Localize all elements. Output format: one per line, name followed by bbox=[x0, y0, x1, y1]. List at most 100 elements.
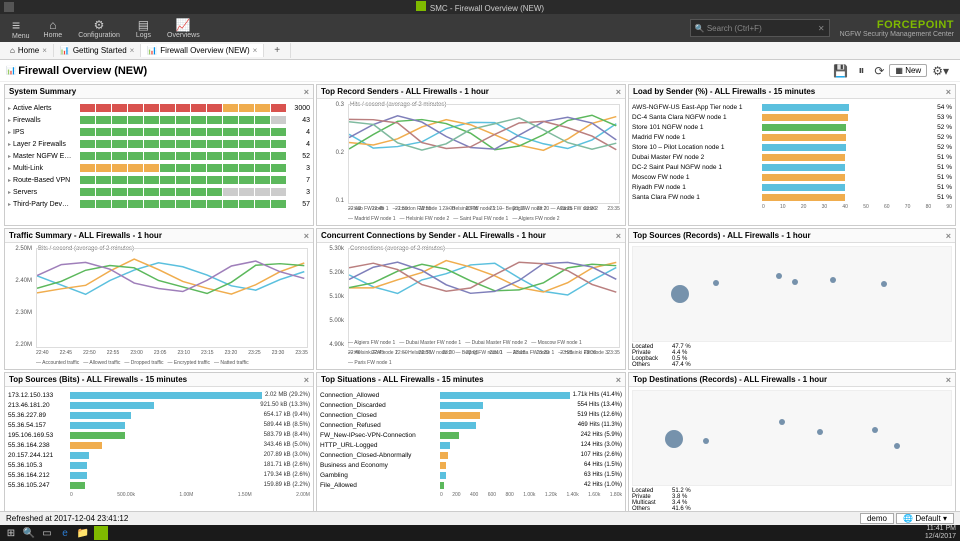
system-summary-row[interactable]: ▸Multi-Link3 bbox=[8, 162, 310, 174]
situation-row[interactable]: Business and Economy64 Hits (1.5%) bbox=[320, 460, 622, 470]
save-icon[interactable]: 💾 bbox=[828, 64, 853, 78]
window-titlebar: SMC - Firewall Overview (NEW) bbox=[0, 0, 960, 14]
system-summary-row[interactable]: ▸Active Alerts3000 bbox=[8, 102, 310, 114]
situation-row[interactable]: Connection_Closed519 Hits (12.6%) bbox=[320, 410, 622, 420]
load-row[interactable]: Moscow FW node 151 % bbox=[632, 172, 952, 182]
tab-getting-started[interactable]: 📊Getting Started× bbox=[54, 44, 141, 57]
panel-top-situations: Top Situations - ALL Firewalls - 15 minu… bbox=[316, 372, 626, 514]
explorer-icon[interactable]: 📁 bbox=[76, 526, 90, 540]
logs-icon: ▤ bbox=[136, 18, 151, 32]
windows-taskbar: ⊞ 🔍 ▭ e 📁 11:41 PM 12/4/2017 bbox=[0, 525, 960, 541]
situation-row[interactable]: Connection_Closed-Abnormally107 Hits (2.… bbox=[320, 450, 622, 460]
bits-row[interactable]: 213.46.181.20921.50 kB (13.3%) bbox=[8, 400, 310, 410]
pause-icon[interactable]: ⏸ bbox=[853, 63, 869, 78]
situation-row[interactable]: Connection_Refused469 Hits (11.3%) bbox=[320, 420, 622, 430]
window-title: SMC - Firewall Overview (NEW) bbox=[430, 4, 544, 13]
system-summary-row[interactable]: ▸Master NGFW E…52 bbox=[8, 150, 310, 162]
refresh-icon[interactable]: ⟳ bbox=[869, 64, 889, 78]
situation-row[interactable]: File_Allowed42 Hits (1.0%) bbox=[320, 480, 622, 490]
menu-button[interactable]: ≡Menu bbox=[6, 17, 36, 40]
bits-row[interactable]: 55.36.105.247159.89 kB (2.2%) bbox=[8, 480, 310, 490]
bits-row[interactable]: 55.36.164.238343.46 kB (5.0%) bbox=[8, 440, 310, 450]
system-summary-row[interactable]: ▸Route-Based VPN7 bbox=[8, 174, 310, 186]
system-summary-row[interactable]: ▸Third-Party Dev…57 bbox=[8, 198, 310, 210]
close-icon[interactable]: × bbox=[304, 231, 309, 241]
user-dropdown[interactable]: demo bbox=[860, 513, 894, 524]
close-icon[interactable]: × bbox=[130, 46, 135, 55]
bits-row[interactable]: 55.36.105.3181.71 kB (2.6%) bbox=[8, 460, 310, 470]
app-icon bbox=[4, 2, 14, 12]
panel-traffic-summary: Traffic Summary - ALL Firewalls - 1 hour… bbox=[4, 228, 314, 370]
world-map[interactable] bbox=[632, 390, 952, 486]
new-button[interactable]: ▦ New bbox=[889, 64, 927, 77]
close-icon[interactable]: × bbox=[946, 87, 951, 97]
situation-row[interactable]: Gambling63 Hits (1.5%) bbox=[320, 470, 622, 480]
bits-row[interactable]: 20.157.244.121207.89 kB (3.0%) bbox=[8, 450, 310, 460]
home-icon: ⌂ bbox=[10, 46, 15, 55]
load-row[interactable]: AWS-NGFW-US East-App Tier node 154 % bbox=[632, 102, 952, 112]
system-summary-row[interactable]: ▸Firewalls43 bbox=[8, 114, 310, 126]
bits-row[interactable]: 55.36.227.89654.17 kB (9.4%) bbox=[8, 410, 310, 420]
close-icon[interactable]: × bbox=[616, 375, 621, 385]
add-tab-button[interactable]: + bbox=[264, 43, 291, 58]
overview-icon: 📊 bbox=[6, 66, 16, 75]
smc-logo-icon bbox=[416, 1, 426, 11]
domain-dropdown[interactable]: 🌐 Default ▾ bbox=[896, 513, 954, 524]
chart-icon: 📊 bbox=[60, 46, 70, 55]
load-row[interactable]: Madrid FW node 152 % bbox=[632, 132, 952, 142]
task-view-icon[interactable]: ▭ bbox=[40, 526, 54, 540]
status-bar: Refreshed at 2017-12-04 23:41:12 demo 🌐 … bbox=[0, 511, 960, 525]
search-icon[interactable]: 🔍 bbox=[22, 526, 36, 540]
panel-top-record-senders: Top Record Senders - ALL Firewalls - 1 h… bbox=[316, 84, 626, 226]
load-row[interactable]: DC-2 Saint Paul NGFW node 151 % bbox=[632, 162, 952, 172]
bits-row[interactable]: 55.36.164.212179.34 kB (2.6%) bbox=[8, 470, 310, 480]
view-title: Firewall Overview (NEW) bbox=[18, 65, 147, 77]
search-input[interactable]: 🔍 Search (Ctrl+F)✕ bbox=[690, 19, 830, 37]
load-row[interactable]: Riyadh FW node 151 % bbox=[632, 182, 952, 192]
situation-row[interactable]: FW_New-IPsec-VPN-Connection242 Hits (5.9… bbox=[320, 430, 622, 440]
clear-icon[interactable]: ✕ bbox=[818, 24, 825, 33]
nav-home[interactable]: ⌂Home bbox=[36, 18, 71, 39]
bits-row[interactable]: 55.36.54.157589.44 kB (8.5%) bbox=[8, 420, 310, 430]
view-header: 📊 Firewall Overview (NEW) 💾 ⏸ ⟳ ▦ New ⚙▾ bbox=[0, 60, 960, 82]
panel-concurrent-connections: Concurrent Connections by Sender - ALL F… bbox=[316, 228, 626, 370]
panel-top-sources-records: Top Sources (Records) - ALL Firewalls - … bbox=[628, 228, 956, 370]
situation-row[interactable]: Connection_Discarded554 Hits (13.4%) bbox=[320, 400, 622, 410]
load-row[interactable]: Dubai Master FW node 251 % bbox=[632, 152, 952, 162]
close-icon[interactable]: × bbox=[42, 46, 47, 55]
bits-row[interactable]: 195.106.169.53583.79 kB (8.4%) bbox=[8, 430, 310, 440]
gear-icon[interactable]: ⚙▾ bbox=[927, 64, 954, 78]
close-icon[interactable]: × bbox=[304, 87, 309, 97]
bits-row[interactable]: 173.12.150.1332.02 MB (29.2%) bbox=[8, 390, 310, 400]
nav-overviews[interactable]: 📈Overviews bbox=[159, 18, 208, 39]
close-icon[interactable]: × bbox=[253, 46, 258, 55]
panel-load-by-sender: Load by Sender (%) - ALL Firewalls - 15 … bbox=[628, 84, 956, 226]
system-summary-row[interactable]: ▸IPS4 bbox=[8, 126, 310, 138]
tab-firewall-overview[interactable]: 📊Firewall Overview (NEW)× bbox=[141, 44, 264, 57]
close-icon[interactable]: × bbox=[946, 231, 951, 241]
nav-logs[interactable]: ▤Logs bbox=[128, 18, 159, 39]
close-icon[interactable]: × bbox=[616, 87, 621, 97]
search-icon: 🔍 bbox=[695, 24, 705, 33]
panel-system-summary: System Summary× ▸Active Alerts3000▸Firew… bbox=[4, 84, 314, 226]
close-icon[interactable]: × bbox=[304, 375, 309, 385]
close-icon[interactable]: × bbox=[946, 375, 951, 385]
refresh-timestamp: Refreshed at 2017-12-04 23:41:12 bbox=[6, 514, 128, 523]
smc-app-icon[interactable] bbox=[94, 526, 108, 540]
system-summary-row[interactable]: ▸Layer 2 Firewalls4 bbox=[8, 138, 310, 150]
ie-icon[interactable]: e bbox=[58, 526, 72, 540]
tab-home[interactable]: ⌂Home× bbox=[4, 44, 54, 57]
world-map[interactable] bbox=[632, 246, 952, 342]
situation-row[interactable]: Connection_Allowed1.71k Hits (41.4%) bbox=[320, 390, 622, 400]
system-clock[interactable]: 11:41 PM 12/4/2017 bbox=[925, 525, 956, 541]
load-row[interactable]: Store 101 NGFW node 152 % bbox=[632, 122, 952, 132]
start-button[interactable]: ⊞ bbox=[4, 526, 18, 540]
load-row[interactable]: DC-4 Santa Clara NGFW node 153 % bbox=[632, 112, 952, 122]
load-row[interactable]: Santa Clara FW node 151 % bbox=[632, 192, 952, 202]
system-summary-row[interactable]: ▸Servers3 bbox=[8, 186, 310, 198]
close-icon[interactable]: × bbox=[616, 231, 621, 241]
nav-configuration[interactable]: ⚙Configuration bbox=[70, 18, 128, 39]
load-row[interactable]: Store 10 – Pilot Location node 152 % bbox=[632, 142, 952, 152]
panel-top-destinations: Top Destinations (Records) - ALL Firewal… bbox=[628, 372, 956, 514]
situation-row[interactable]: HTTP_URL-Logged124 Hits (3.0%) bbox=[320, 440, 622, 450]
